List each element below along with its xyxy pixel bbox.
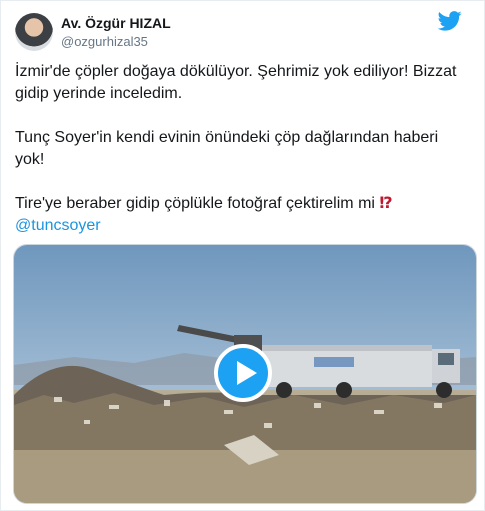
- mention-link[interactable]: @tuncsoyer: [15, 217, 101, 234]
- author-handle[interactable]: @ozgurhizal35: [61, 34, 148, 49]
- play-icon: [237, 361, 257, 385]
- tweet-paragraph: Tire'ye beraber gidip çöplükle fotoğraf …: [15, 193, 470, 237]
- interrobang-emoji: ⁉: [379, 195, 393, 212]
- tweet-text: İzmir'de çöpler doğaya dökülüyor. Şehrim…: [15, 61, 470, 237]
- tweet-header: Av. Özgür HIZAL @ozgurhizal35: [15, 11, 474, 55]
- tweet-question: Tire'ye beraber gidip çöplükle fotoğraf …: [15, 195, 375, 212]
- tweet-paragraph: İzmir'de çöpler doğaya dökülüyor. Şehrim…: [15, 63, 457, 102]
- tweet-card: Av. Özgür HIZAL @ozgurhizal35 İzmir'de ç…: [0, 0, 485, 511]
- video-player[interactable]: [13, 244, 477, 504]
- twitter-bird-icon[interactable]: [438, 11, 462, 31]
- avatar[interactable]: [15, 13, 53, 51]
- play-button[interactable]: [214, 344, 272, 402]
- author-name[interactable]: Av. Özgür HIZAL: [61, 15, 171, 31]
- tweet-paragraph: Tunç Soyer'in kendi evinin önündeki çöp …: [15, 129, 439, 168]
